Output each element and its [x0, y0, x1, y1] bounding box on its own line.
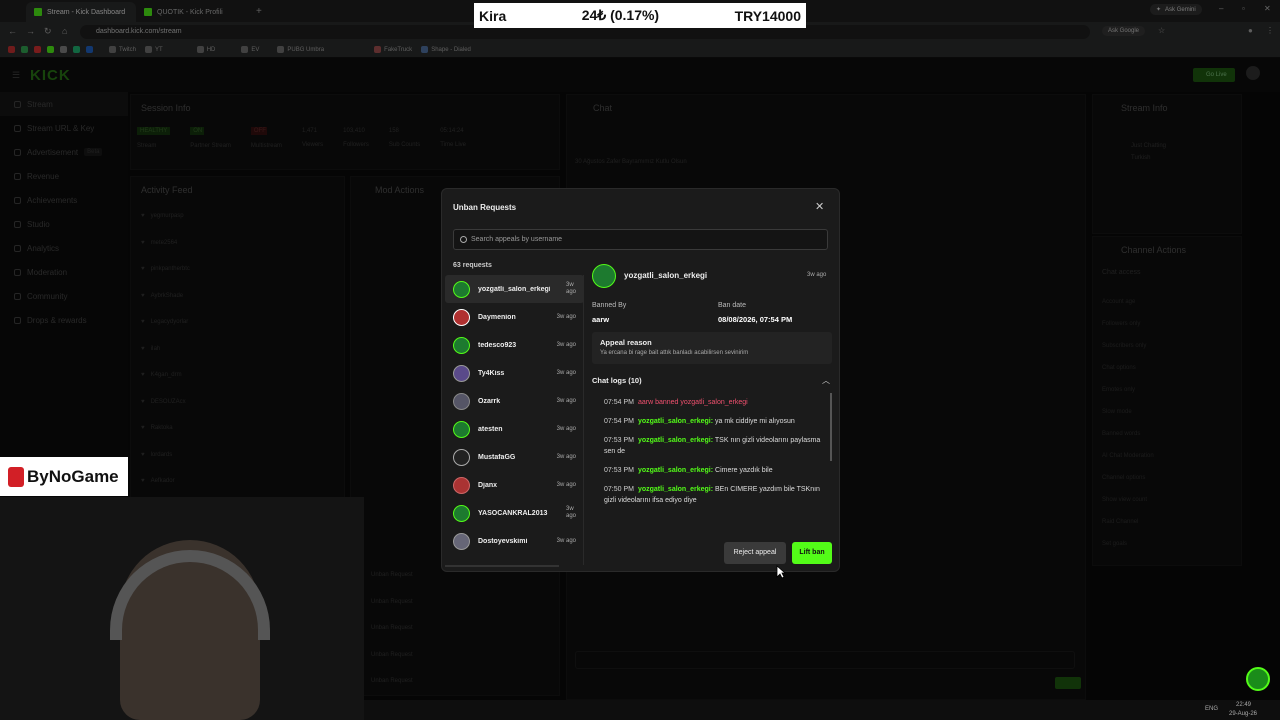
chat-log-line: 07:54 PM yozgatli_salon_erkegi: ya mk cid… — [604, 418, 795, 425]
search-appeals-input[interactable]: Search appeals by username — [453, 229, 828, 250]
chat-logs-list: 07:54 PM aarw banned yozgatli_salon_erkeg… — [592, 393, 832, 526]
request-item[interactable]: Ty4Kiss 3w ago — [445, 359, 584, 387]
request-item[interactable]: tedesco923 3w ago — [445, 331, 584, 359]
request-item[interactable]: Djanx 3w ago — [445, 471, 584, 499]
avatar — [453, 308, 470, 326]
ticker-change: 24₺ (0.17%) — [581, 7, 660, 23]
divider — [583, 275, 584, 565]
chat-log-line: 07:50 PM yozgatli_salon_erkegi: BEn CIMER… — [604, 486, 820, 504]
request-item[interactable]: Ozarrk 3w ago — [445, 387, 584, 415]
avatar — [453, 336, 470, 354]
donation-ticker: Kira 24₺ (0.17%) TRY14000 — [474, 3, 806, 28]
taskbar-date[interactable]: 29-Aug-26 — [1229, 711, 1257, 717]
avatar — [453, 280, 470, 298]
request-list-scrollbar[interactable] — [445, 565, 559, 567]
chat-log-line: 07:53 PM yozgatli_salon_erkegi: Cimere ya… — [604, 467, 773, 474]
appeal-username: yozgatli_salon_erkegi — [624, 271, 708, 280]
request-item[interactable]: yozgatli_salon_erkegi 3w ago — [445, 275, 584, 303]
banned-by-value: aarw — [592, 315, 610, 324]
appeal-reason-text: Ya ercana bi rage bait attık banladı aca… — [600, 350, 749, 356]
request-item[interactable]: Daymenion 3w ago — [445, 303, 584, 331]
ban-date-value: 08/08/2026, 07:54 PM — [718, 315, 793, 324]
avatar — [453, 504, 470, 522]
avatar — [453, 448, 470, 466]
request-item[interactable]: YASOCANKRAL2013 3w ago — [445, 499, 584, 527]
windows-taskbar: ENG 22:49 29-Aug-26 — [364, 700, 1280, 720]
search-icon — [460, 236, 467, 243]
lift-ban-button[interactable]: Lift ban — [792, 542, 832, 564]
request-count: 63 requests — [453, 262, 492, 269]
ticker-amount: TRY14000 — [734, 7, 801, 24]
banned-by-label: Banned By — [592, 302, 627, 309]
chat-logs-scrollbar[interactable] — [830, 393, 832, 461]
chevron-up-icon[interactable]: ︿ — [822, 375, 830, 386]
modal-title: Unban Requests — [453, 203, 517, 212]
appeal-detail: yozgatli_salon_erkegi 3w ago Banned By a… — [592, 263, 836, 533]
avatar — [453, 364, 470, 382]
avatar — [453, 476, 470, 494]
request-item[interactable]: MustafaGG 3w ago — [445, 443, 584, 471]
avatar — [453, 392, 470, 410]
bynogame-mark-icon — [8, 466, 24, 487]
mouse-cursor-icon — [776, 565, 786, 579]
avatar — [453, 532, 470, 550]
appeal-reason-box: Appeal reason Ya ercana bi rage bait att… — [592, 332, 832, 364]
avatar — [592, 264, 616, 288]
request-list: yozgatli_salon_erkegi 3w ago Daymenion 3w … — [445, 275, 584, 565]
ticker-name: Kira — [479, 7, 507, 24]
close-icon[interactable]: ✕ — [815, 200, 824, 213]
chat-log-line: 07:53 PM yozgatli_salon_erkegi: TSK nın g… — [604, 437, 821, 455]
request-item[interactable]: Dostoyevskimi 3w ago — [445, 527, 584, 555]
request-item[interactable]: atesten 3w ago — [445, 415, 584, 443]
avatar — [453, 420, 470, 438]
appeal-reason-label: Appeal reason — [600, 338, 652, 347]
chat-logs-heading: Chat logs (10) — [592, 376, 642, 385]
appeal-ago: 3w ago — [807, 272, 827, 278]
ban-date-label: Ban date — [718, 302, 747, 309]
sponsor-logo: ByNoGame — [0, 457, 128, 496]
reject-appeal-button[interactable]: Reject appeal — [724, 542, 786, 564]
taskbar-language[interactable]: ENG — [1205, 706, 1218, 712]
unban-requests-modal: Unban Requests ✕ Search appeals by usern… — [441, 188, 840, 572]
help-chat-button[interactable] — [1246, 667, 1270, 691]
chat-log-line: 07:54 PM aarw banned yozgatli_salon_erkeg… — [604, 399, 748, 406]
taskbar-time[interactable]: 22:49 — [1236, 702, 1251, 708]
